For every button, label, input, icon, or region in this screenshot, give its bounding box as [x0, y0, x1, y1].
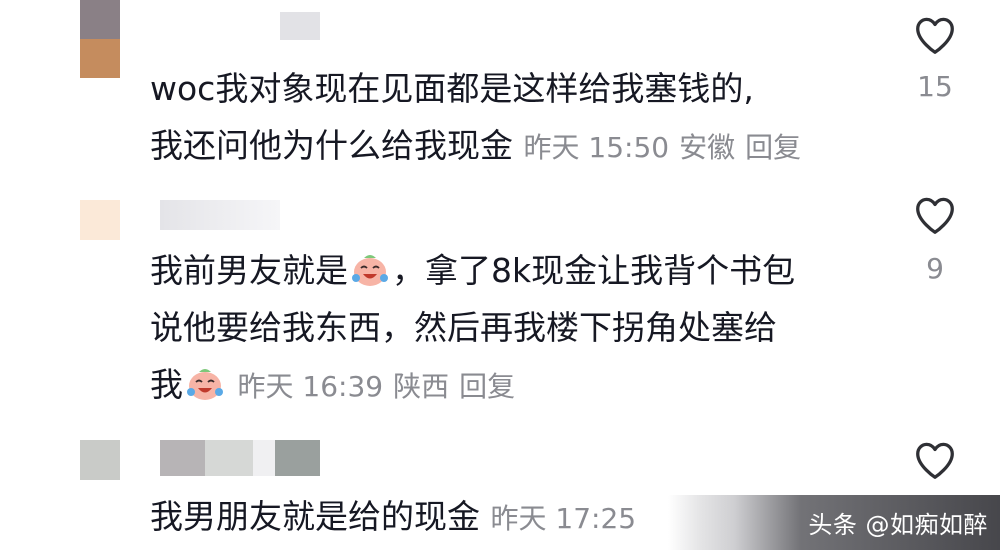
username-blurred — [160, 440, 320, 476]
username-blurred — [280, 12, 320, 40]
comment-line: 我男朋友就是给的现金 昨天 17:25 — [150, 497, 637, 536]
comment-line: 我还问他为什么给我现金 昨天 15:50 安徽 回复 — [150, 126, 802, 165]
reply-button[interactable]: 回复 — [745, 131, 801, 164]
heart-icon[interactable] — [913, 195, 957, 235]
username-blurred — [160, 200, 280, 230]
laughing-crying-emoji-icon — [187, 369, 223, 400]
location: 陕西 — [393, 370, 450, 403]
reply-button[interactable]: 回复 — [459, 370, 515, 403]
heart-icon[interactable] — [913, 440, 957, 480]
comment-text: woc我对象现在见面都是这样给我塞钱的, 我还问他为什么给我现金 昨天 15:5… — [150, 60, 811, 176]
location: 安徽 — [679, 131, 736, 164]
watermark-overlay: 头条 @如痴如醉 — [668, 495, 1000, 550]
comment-line: 说他要给我东西，然后再我楼下拐角处塞给 — [150, 308, 777, 347]
comment-text: 我男朋友就是给的现金 昨天 17:25 — [150, 488, 646, 547]
timestamp: 昨天 16:39 — [237, 370, 384, 403]
like-count: 15 — [917, 70, 953, 103]
comment-line: woc我对象现在见面都是这样给我塞钱的, — [150, 69, 754, 108]
avatar[interactable] — [80, 440, 120, 480]
comment-line: 我 昨天 16:39 陕西 回复 — [150, 365, 516, 404]
watermark-text: 头条 @如痴如醉 — [808, 511, 988, 539]
timestamp: 昨天 17:25 — [490, 502, 637, 535]
heart-icon[interactable] — [913, 15, 957, 55]
comment-text: 我前男友就是 ，拿了8k现金让我背个书包 说他要给我东西，然后再我楼下拐角处塞给 … — [150, 242, 795, 415]
comment-line: 我前男友就是 ，拿了8k现金让我背个书包 — [150, 251, 796, 290]
like-count: 9 — [926, 252, 944, 285]
timestamp: 昨天 15:50 — [523, 131, 670, 164]
avatar[interactable] — [80, 0, 120, 78]
laughing-crying-emoji-icon — [352, 255, 388, 286]
avatar[interactable] — [80, 200, 120, 240]
